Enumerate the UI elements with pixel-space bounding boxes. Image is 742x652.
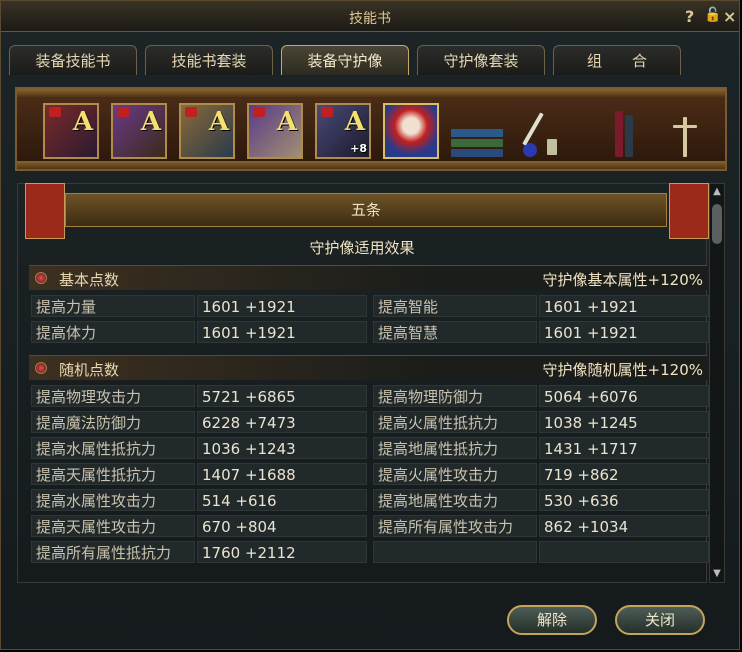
stat-label: 提高水属性抵抗力 bbox=[31, 437, 195, 459]
enhance-level: +8 bbox=[350, 142, 367, 155]
guardian-slot-1[interactable]: A bbox=[43, 103, 99, 159]
stat-label bbox=[373, 541, 537, 563]
tab-combine[interactable]: 组 合 bbox=[553, 45, 681, 75]
skill-book-window: 技能书 ? 🔓 × 装备技能书 技能书套装 装备守护像 守护像套装 组 合 A … bbox=[0, 0, 740, 650]
lock-icon bbox=[49, 107, 61, 117]
stat-value: 5721 +6865 bbox=[197, 385, 367, 407]
stat-label: 提高体力 bbox=[31, 321, 195, 343]
stat-value: 5064 +6076 bbox=[539, 385, 709, 407]
random-points-header: 随机点数 守护像随机属性+120% bbox=[29, 355, 707, 380]
stat-label: 提高所有属性抵抗力 bbox=[31, 541, 195, 563]
base-bonus: 守护像基本属性+120% bbox=[542, 271, 703, 289]
stat-label: 提高地属性攻击力 bbox=[373, 489, 537, 511]
stat-label: 提高魔法防御力 bbox=[31, 411, 195, 433]
stat-value: 1760 +2112 bbox=[197, 541, 367, 563]
stat-label: 提高地属性抵抗力 bbox=[373, 437, 537, 459]
stat-label: 提高智慧 bbox=[373, 321, 537, 343]
tab-guardian-set[interactable]: 守护像套装 bbox=[417, 45, 545, 75]
base-points-title: 基本点数 bbox=[59, 271, 120, 289]
stat-value: 670 +804 bbox=[197, 515, 367, 537]
red-orb-icon bbox=[35, 272, 47, 284]
shelf-bottom-edge bbox=[17, 161, 725, 169]
effects-heading: 守护像适用效果 bbox=[309, 239, 415, 257]
lock-icon bbox=[117, 107, 129, 117]
stat-value: 1431 +1717 bbox=[539, 437, 709, 459]
stat-value: 1601 +1921 bbox=[539, 321, 709, 343]
title-bar[interactable]: 技能书 ? 🔓 × bbox=[1, 1, 739, 32]
left-ribbon-decoration bbox=[25, 183, 65, 239]
window-title: 技能书 bbox=[349, 11, 391, 27]
vertical-scrollbar[interactable]: ▲ ▼ bbox=[709, 183, 725, 583]
stat-value: 1038 +1245 bbox=[539, 411, 709, 433]
stat-value: 862 +1034 bbox=[539, 515, 709, 537]
guardian-slot-5[interactable]: A +8 bbox=[315, 103, 371, 159]
lock-icon bbox=[185, 107, 197, 117]
stat-value: 719 +862 bbox=[539, 463, 709, 485]
stat-value: 1601 +1921 bbox=[539, 295, 709, 317]
close-icon[interactable]: × bbox=[723, 7, 736, 26]
stat-value: 514 +616 bbox=[197, 489, 367, 511]
set-name-banner: 五条 bbox=[65, 193, 667, 227]
stat-value: 1601 +1921 bbox=[197, 295, 367, 317]
tab-equip-guardian[interactable]: 装备守护像 bbox=[281, 45, 409, 75]
close-button[interactable]: 关闭 bbox=[615, 605, 705, 635]
lock-icon[interactable]: 🔓 bbox=[704, 7, 721, 23]
random-points-title: 随机点数 bbox=[59, 361, 120, 379]
guardian-shelf: A A A A A +8 bbox=[15, 87, 727, 171]
rank-a-icon: A bbox=[276, 107, 297, 137]
stat-label: 提高物理攻击力 bbox=[31, 385, 195, 407]
random-bonus: 守护像随机属性+120% bbox=[542, 361, 703, 379]
base-points-header: 基本点数 守护像基本属性+120% bbox=[29, 265, 707, 290]
rank-a-icon: A bbox=[208, 107, 229, 137]
stat-label: 提高火属性攻击力 bbox=[373, 463, 537, 485]
scroll-thumb[interactable] bbox=[712, 204, 722, 244]
stat-value: 6228 +7473 bbox=[197, 411, 367, 433]
lock-icon bbox=[321, 107, 333, 117]
tab-skill-book-set[interactable]: 技能书套装 bbox=[145, 45, 273, 75]
lock-icon bbox=[253, 107, 265, 117]
stat-label: 提高物理防御力 bbox=[373, 385, 537, 407]
help-icon[interactable]: ? bbox=[685, 7, 694, 26]
stat-label: 提高水属性攻击力 bbox=[31, 489, 195, 511]
guardian-slot-6-jester[interactable] bbox=[383, 103, 439, 159]
stat-value: 1601 +1921 bbox=[197, 321, 367, 343]
stat-value bbox=[539, 541, 709, 563]
stat-label: 提高智能 bbox=[373, 295, 537, 317]
guardian-slot-4[interactable]: A bbox=[247, 103, 303, 159]
right-ribbon-decoration bbox=[669, 183, 709, 239]
guardian-slot-2[interactable]: A bbox=[111, 103, 167, 159]
rank-a-icon: A bbox=[140, 107, 161, 137]
stat-value: 530 +636 bbox=[539, 489, 709, 511]
remove-button[interactable]: 解除 bbox=[507, 605, 597, 635]
shelf-top-edge bbox=[17, 89, 725, 97]
stat-label: 提高火属性抵抗力 bbox=[373, 411, 537, 433]
stat-label: 提高所有属性攻击力 bbox=[373, 515, 537, 537]
guardian-slot-3[interactable]: A bbox=[179, 103, 235, 159]
stat-value: 1407 +1688 bbox=[197, 463, 367, 485]
red-orb-icon bbox=[35, 362, 47, 374]
stat-label: 提高天属性抵抗力 bbox=[31, 463, 195, 485]
rank-a-icon: A bbox=[72, 107, 93, 137]
tab-equip-skill-book[interactable]: 装备技能书 bbox=[9, 45, 137, 75]
scroll-up-icon[interactable]: ▲ bbox=[711, 186, 723, 198]
stat-label: 提高天属性攻击力 bbox=[31, 515, 195, 537]
scroll-down-icon[interactable]: ▼ bbox=[711, 568, 723, 580]
rank-a-icon: A bbox=[344, 107, 365, 137]
stat-value: 1036 +1243 bbox=[197, 437, 367, 459]
stat-label: 提高力量 bbox=[31, 295, 195, 317]
